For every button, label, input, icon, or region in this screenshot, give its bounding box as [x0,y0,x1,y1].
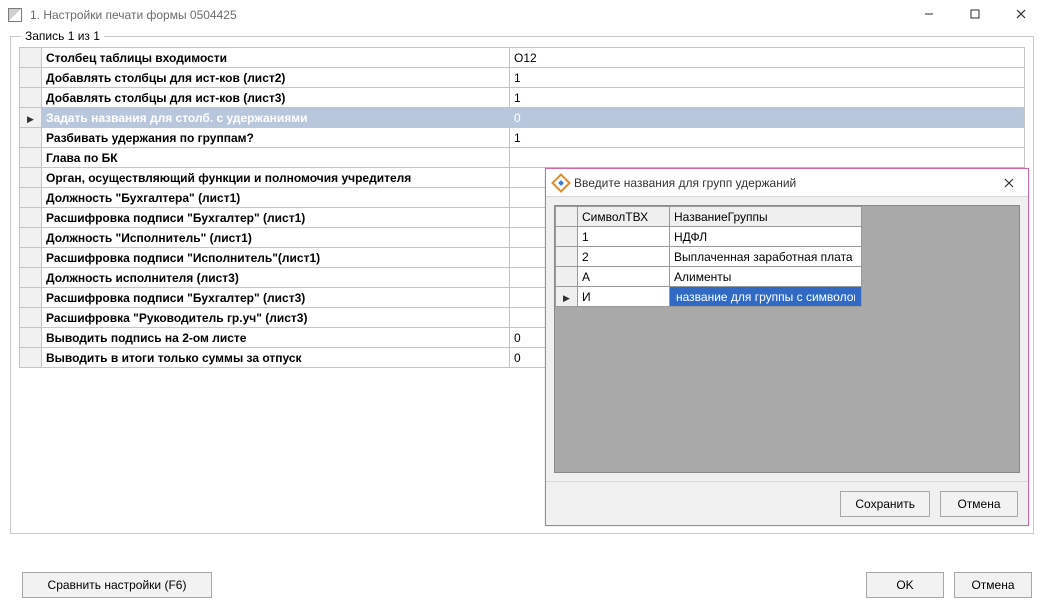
dialog-save-button[interactable]: Сохранить [840,491,930,517]
settings-row[interactable]: Столбец таблицы входимостиO12 [20,48,1025,68]
group-row[interactable]: ААлименты [556,267,862,287]
row-selector[interactable] [20,328,42,348]
group-names-grid[interactable]: СимволТВХ НазваниеГруппы 1НДФЛ2Выплаченн… [555,206,862,307]
compare-settings-button[interactable]: Сравнить настройки (F6) [22,572,212,598]
settings-row[interactable]: Глава по БК [20,148,1025,168]
column-header-name[interactable]: НазваниеГруппы [670,207,862,227]
setting-label: Расшифровка подписи "Исполнитель"(лист1) [42,248,510,268]
dialog-cancel-button[interactable]: Отмена [940,491,1018,517]
setting-label: Должность "Исполнитель" (лист1) [42,228,510,248]
row-selector[interactable] [20,308,42,328]
dialog-title: Введите названия для групп удержаний [574,176,796,190]
group-row[interactable]: 2Выплаченная заработная плата [556,247,862,267]
row-selector[interactable] [20,288,42,308]
cancel-button[interactable]: Отмена [954,572,1032,598]
maximize-button[interactable] [952,0,998,28]
symbol-cell[interactable]: 1 [578,227,670,247]
setting-label: Расшифровка "Руководитель гр.уч" (лист3) [42,308,510,328]
row-selector[interactable] [20,128,42,148]
row-selector[interactable] [20,48,42,68]
row-selector[interactable] [20,228,42,248]
row-selector[interactable] [20,268,42,288]
symbol-cell[interactable]: И [578,287,670,307]
setting-label: Должность исполнителя (лист3) [42,268,510,288]
row-selector[interactable] [20,208,42,228]
dialog-grid-wrap: СимволТВХ НазваниеГруппы 1НДФЛ2Выплаченн… [554,205,1020,473]
window-title: 1. Настройки печати формы 0504425 [30,8,237,22]
row-selector[interactable] [556,247,578,267]
group-names-dialog: Введите названия для групп удержаний Сим… [545,168,1029,526]
group-name-cell[interactable] [670,287,862,307]
setting-value[interactable]: 1 [510,128,1025,148]
groupbox-legend: Запись 1 из 1 [21,29,104,43]
ok-button[interactable]: OK [866,572,944,598]
row-selector[interactable] [20,68,42,88]
row-selector[interactable] [556,227,578,247]
setting-label: Расшифровка подписи "Бухгалтер" (лист1) [42,208,510,228]
setting-value[interactable]: 0 [510,108,1025,128]
group-name-cell[interactable]: Алименты [670,267,862,287]
setting-label: Выводить подпись на 2-ом листе [42,328,510,348]
row-selector[interactable] [20,108,42,128]
row-selector[interactable] [20,88,42,108]
group-name-cell[interactable]: НДФЛ [670,227,862,247]
setting-label: Глава по БК [42,148,510,168]
symbol-cell[interactable]: 2 [578,247,670,267]
setting-label: Столбец таблицы входимости [42,48,510,68]
settings-row[interactable]: Разбивать удержания по группам?1 [20,128,1025,148]
row-selector[interactable] [20,188,42,208]
dialog-icon [554,176,568,190]
setting-label: Разбивать удержания по группам? [42,128,510,148]
dialog-titlebar: Введите названия для групп удержаний [546,169,1028,197]
row-selector[interactable] [20,168,42,188]
dialog-selector-header [556,207,578,227]
window-controls [906,0,1044,30]
row-selector[interactable] [20,148,42,168]
setting-label: Расшифровка подписи "Бухгалтер" (лист3) [42,288,510,308]
setting-value[interactable]: O12 [510,48,1025,68]
close-button[interactable] [998,0,1044,28]
settings-row[interactable]: Добавлять столбцы для ист-ков (лист3)1 [20,88,1025,108]
setting-label: Орган, осуществляющий функции и полномоч… [42,168,510,188]
row-selector[interactable] [20,248,42,268]
setting-label: Должность "Бухгалтера" (лист1) [42,188,510,208]
group-name-input[interactable] [674,290,857,304]
row-selector[interactable] [20,348,42,368]
dialog-close-button[interactable] [996,173,1022,193]
group-row[interactable]: 1НДФЛ [556,227,862,247]
dialog-footer: Сохранить Отмена [546,481,1028,525]
setting-value[interactable] [510,148,1025,168]
group-name-cell[interactable]: Выплаченная заработная плата [670,247,862,267]
dialog-body: СимволТВХ НазваниеГруппы 1НДФЛ2Выплаченн… [546,197,1028,481]
column-header-symbol[interactable]: СимволТВХ [578,207,670,227]
titlebar: 1. Настройки печати формы 0504425 [0,0,1044,30]
minimize-button[interactable] [906,0,952,28]
setting-value[interactable]: 1 [510,88,1025,108]
row-selector[interactable] [556,267,578,287]
setting-label: Добавлять столбцы для ист-ков (лист3) [42,88,510,108]
setting-label: Добавлять столбцы для ист-ков (лист2) [42,68,510,88]
footer: Сравнить настройки (F6) OK Отмена [0,562,1044,608]
settings-row[interactable]: Добавлять столбцы для ист-ков (лист2)1 [20,68,1025,88]
setting-label: Задать названия для столб. с удержаниями [42,108,510,128]
group-row[interactable]: И [556,287,862,307]
setting-label: Выводить в итоги только суммы за отпуск [42,348,510,368]
setting-value[interactable]: 1 [510,68,1025,88]
app-icon [8,8,22,22]
settings-row[interactable]: Задать названия для столб. с удержаниями… [20,108,1025,128]
symbol-cell[interactable]: А [578,267,670,287]
row-selector[interactable] [556,287,578,307]
